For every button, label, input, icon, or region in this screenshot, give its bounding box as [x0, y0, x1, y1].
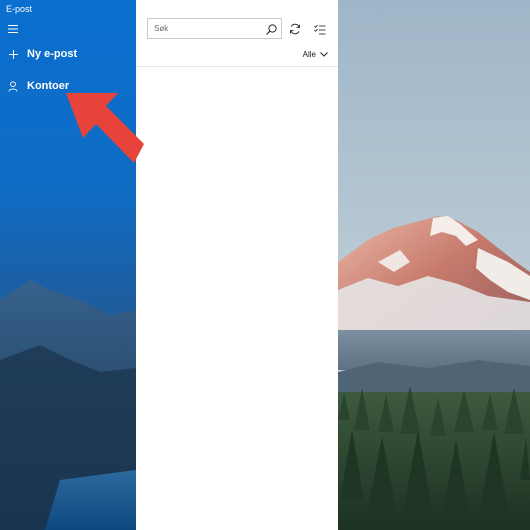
reading-pane-background — [338, 0, 530, 530]
annotation-arrow — [66, 93, 144, 163]
search-box[interactable] — [147, 18, 282, 39]
new-mail-label: Ny e-post — [27, 48, 78, 60]
selection-mode-button[interactable] — [311, 20, 329, 38]
new-mail-button[interactable]: Ny e-post — [4, 43, 132, 65]
mountain-landscape-image — [338, 0, 530, 530]
window-title: E-post — [6, 4, 33, 14]
search-input[interactable] — [154, 24, 262, 33]
filter-dropdown[interactable]: Alle — [303, 47, 328, 61]
plus-icon — [5, 46, 21, 62]
message-list-pane: Alle — [136, 0, 338, 530]
sync-icon — [289, 23, 301, 35]
sidebar: E-post Ny e-post Kontoer — [0, 0, 136, 530]
search-icon — [265, 23, 277, 35]
hamburger-menu-button[interactable] — [4, 20, 22, 38]
chevron-down-icon — [320, 51, 328, 57]
filter-label: Alle — [302, 49, 316, 59]
sync-button[interactable] — [286, 20, 304, 38]
person-icon — [5, 78, 21, 94]
search-button[interactable] — [264, 22, 278, 36]
select-mode-icon — [314, 24, 326, 34]
hamburger-icon — [8, 25, 18, 33]
list-divider — [136, 66, 338, 67]
